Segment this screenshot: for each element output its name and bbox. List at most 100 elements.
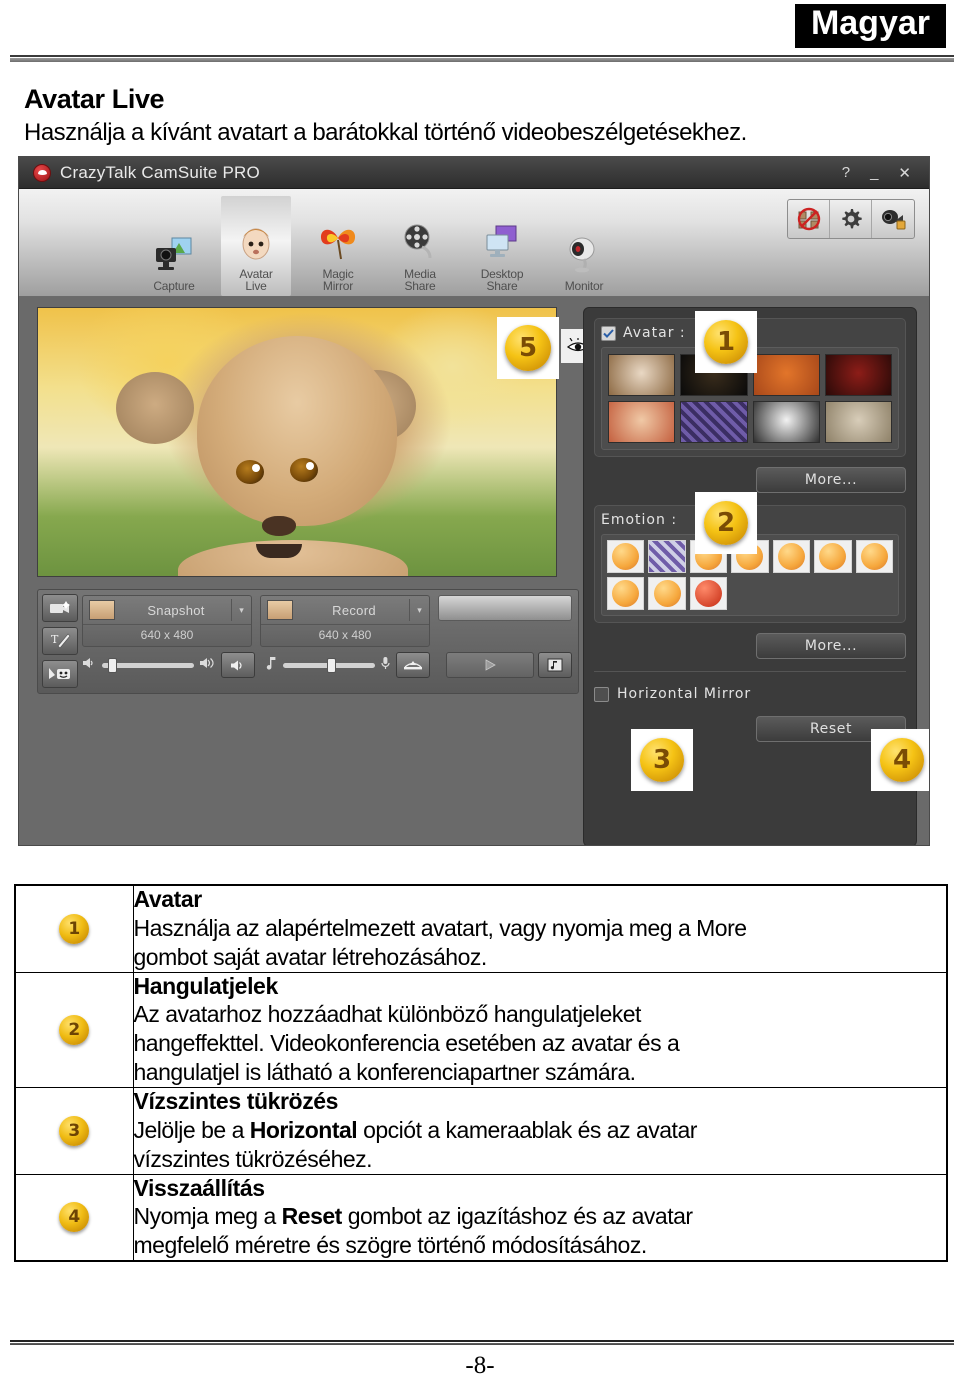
page-title: Avatar Live: [24, 84, 165, 114]
avatar-more-button[interactable]: More...: [756, 467, 906, 493]
camera-settings-icon[interactable]: [872, 200, 914, 238]
avatar-group-label: Avatar :: [623, 325, 686, 341]
emoticon-crying[interactable]: [855, 540, 893, 573]
explanation-title: Hangulatjelek: [133, 972, 279, 999]
table-row: 1 Avatar Használja az alapértelmezett av…: [14, 884, 948, 973]
footer-rule: [10, 1340, 954, 1345]
gear-icon[interactable]: [830, 200, 872, 238]
ribbon-right-buttons: [787, 199, 915, 239]
ribbon-label-2: Live: [245, 279, 267, 293]
play-icon[interactable]: [446, 652, 534, 678]
ribbon-item-desktop-share[interactable]: Desktop Share: [467, 196, 537, 296]
lion-ear-left: [116, 372, 194, 444]
ribbon-label: Monitor: [564, 279, 604, 293]
emoticon-pattern[interactable]: [648, 540, 686, 573]
ribbon-item-avatar-live[interactable]: Avatar Live: [221, 196, 291, 296]
no-video-icon[interactable]: [788, 200, 830, 238]
video-preview[interactable]: [37, 307, 557, 577]
webcam-icon: [561, 231, 607, 277]
speaker-slider-track[interactable]: [102, 657, 194, 673]
emoticon-laugh[interactable]: [648, 577, 686, 610]
badge-number: 2: [704, 501, 748, 545]
table-row: 3 Vízszintes tükrözés Jelölje be a Horiz…: [14, 1087, 948, 1175]
microphone-volume-slider[interactable]: [265, 652, 430, 678]
explanation-rich-line: vízszintes tükrözéséhez.: [133, 1145, 373, 1172]
emoticon-angry-wink[interactable]: [607, 540, 645, 573]
minimize-button[interactable]: _: [870, 164, 878, 181]
avatar-thumb-doll[interactable]: [608, 401, 676, 443]
avatar-thumb-pirate[interactable]: [824, 354, 892, 396]
explanation-line: hangeffekttel. Videokonferencia esetében…: [133, 1030, 680, 1057]
avatar-thumb-ogre[interactable]: [752, 354, 820, 396]
page-number: -8-: [465, 1352, 495, 1379]
ribbon-item-monitor[interactable]: Monitor: [549, 196, 619, 296]
record-dropdown-icon[interactable]: ▾: [409, 599, 429, 621]
explanation-line: gombot saját avatar létrehozásához.: [133, 943, 488, 970]
svg-text:T: T: [51, 633, 59, 646]
mic-slider-track[interactable]: [283, 657, 375, 673]
title-bar: CrazyTalk CamSuite PRO ? _ ✕: [19, 157, 929, 189]
film-reel-icon: [397, 219, 443, 265]
avatar-thumb-boy[interactable]: [608, 354, 676, 396]
callout-badge-2: 2: [695, 492, 757, 554]
snapshot-control[interactable]: Snapshot ▾ 640 x 480: [82, 595, 252, 647]
explanation-line: Használja az alapértelmezett avatart, va…: [133, 914, 748, 941]
emotion-more-button[interactable]: More...: [756, 633, 906, 659]
lion-nose: [262, 516, 296, 536]
badge-number: 4: [880, 738, 924, 782]
avatar-thumb-statue[interactable]: [824, 401, 892, 443]
close-button[interactable]: ✕: [898, 164, 911, 182]
ribbon-item-media-share[interactable]: Media Share: [385, 196, 455, 296]
emoticon-empty-slot: [814, 577, 851, 610]
voice-changer-icon[interactable]: [396, 652, 430, 678]
emoticon-empty-slot: [856, 577, 893, 610]
explanation-table: 1 Avatar Használja az alapértelmezett av…: [14, 884, 948, 1263]
badge-number: 5: [505, 325, 551, 371]
table-row: 4 Visszaállítás Nyomja meg a Reset gombo…: [14, 1173, 948, 1262]
speaker-button-icon[interactable]: [221, 652, 255, 678]
snapshot-dropdown-icon[interactable]: ▾: [231, 599, 251, 621]
explanation-text-cell: Avatar Használja az alapértelmezett avat…: [132, 884, 948, 973]
explanation-title: Vízszintes tükrözés: [133, 1088, 339, 1115]
avatar-thumb-pattern[interactable]: [680, 401, 748, 443]
record-control[interactable]: Record ▾ 640 x 480: [260, 595, 430, 647]
emoticon-surprised[interactable]: [814, 540, 852, 573]
ribbon-label-2: Share: [404, 279, 436, 293]
horizontal-mirror-checkbox[interactable]: [594, 686, 609, 702]
lion-eye-right: [290, 458, 318, 482]
emoticon-smile[interactable]: [607, 577, 645, 610]
speaker-slider-knob[interactable]: [108, 657, 117, 673]
emoticon-whistle[interactable]: [772, 540, 811, 573]
record-label: Record: [332, 602, 376, 618]
mic-slider-knob[interactable]: [327, 657, 336, 673]
music-button-icon[interactable]: [538, 652, 572, 678]
sticker-tool-icon[interactable]: [42, 660, 78, 688]
badge-number: 3: [59, 1115, 90, 1146]
ribbon-label: Capture: [153, 279, 195, 293]
badge-number: 2: [59, 1014, 90, 1045]
ribbon-item-magic-mirror[interactable]: Magic Mirror: [303, 196, 373, 296]
side-tool-buttons: T: [38, 590, 80, 693]
lion-mouth: [256, 544, 302, 558]
video-preview-wrapper: 5: [37, 307, 595, 577]
avatar-checkbox[interactable]: [601, 325, 616, 341]
speaker-volume-slider[interactable]: [82, 652, 255, 678]
text-tool-icon[interactable]: T: [42, 627, 78, 655]
explanation-text-cell: Vízszintes tükrözés Jelölje be a Horizon…: [132, 1087, 948, 1175]
video-effect-icon[interactable]: [42, 594, 78, 622]
panel-divider: [594, 671, 906, 672]
callout-badge-1: 1: [695, 311, 757, 373]
preview-column: 5 T Snapshot ▾ 640 x 480 Record ▾ 640 x …: [19, 297, 595, 845]
help-button[interactable]: ?: [842, 164, 850, 181]
ribbon-toolbar: Capture Avatar Live Magic Mirror Media S…: [19, 189, 929, 297]
avatar-thumb-panda[interactable]: [752, 401, 820, 443]
header-rule: [10, 55, 954, 62]
snapshot-resolution: 640 x 480: [140, 628, 194, 642]
language-tag: Magyar: [794, 4, 946, 48]
audio-row: [82, 652, 572, 678]
explanation-line: hangulatjel is látható a konferenciapart…: [133, 1059, 637, 1086]
callout-badge-5: 5: [497, 317, 559, 379]
ribbon-item-capture[interactable]: Capture: [139, 196, 209, 296]
emotion-group-label: Emotion :: [601, 512, 678, 528]
emoticon-devil[interactable]: [689, 577, 728, 610]
